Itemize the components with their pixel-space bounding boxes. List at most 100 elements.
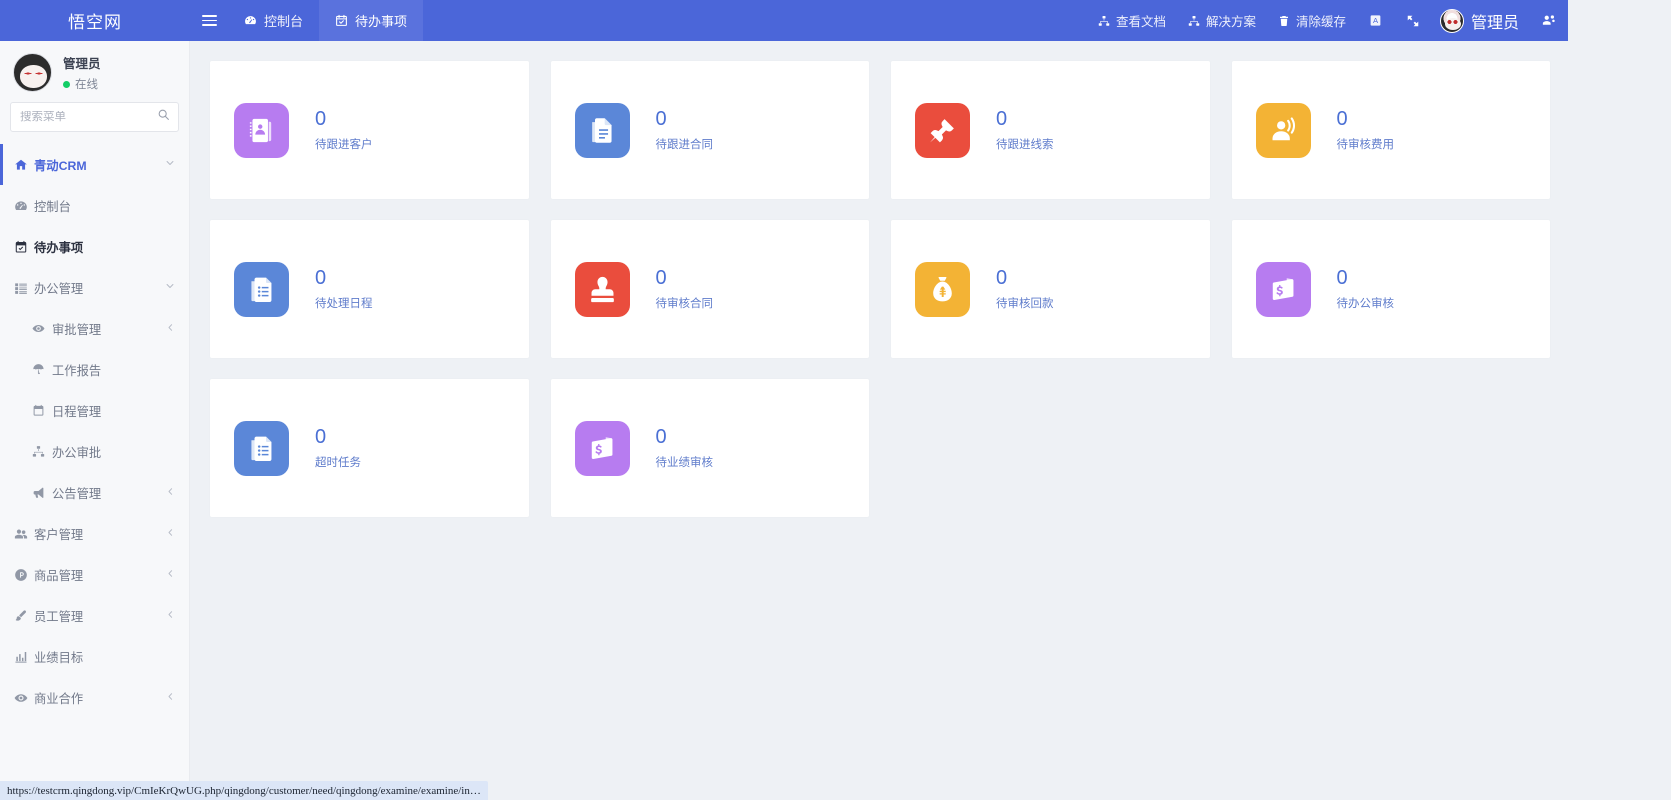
settings-button[interactable] bbox=[1529, 0, 1568, 41]
todo-card-label: 待办公审核 bbox=[1336, 297, 1395, 310]
tab-todo-label: 待办事项 bbox=[355, 14, 408, 29]
todo-card[interactable]: 0 待跟进线索 bbox=[891, 61, 1210, 199]
todo-card-text: 0 待审核合同 bbox=[656, 268, 714, 311]
todo-card-label: 超时任务 bbox=[315, 456, 361, 469]
calendar-icon bbox=[32, 404, 52, 417]
sidebar-item-12[interactable]: 业绩目标 bbox=[0, 636, 189, 677]
status-bar-url: https://testcrm.qingdong.vip/CmIeKrQwUG.… bbox=[0, 781, 488, 800]
umbrella-icon bbox=[32, 363, 52, 376]
todo-card-label: 待业绩审核 bbox=[655, 456, 714, 469]
tab-todo[interactable]: 待办事项 bbox=[319, 0, 424, 41]
todo-card-label: 待跟进合同 bbox=[655, 138, 714, 151]
clear-cache-button[interactable]: 清除缓存 bbox=[1267, 0, 1357, 41]
tab-dashboard[interactable]: 控制台 bbox=[228, 0, 319, 41]
sidebar: 管理员 在线 青动CRM 控制台待办事项办公管理审批管理工作报告日程管理办公审批公… bbox=[0, 41, 190, 759]
clear-cache-label: 清除缓存 bbox=[1295, 15, 1346, 29]
chevron-left-icon bbox=[166, 569, 175, 581]
todo-card[interactable]: 0 待审核合同 bbox=[550, 220, 869, 358]
sidebar-item-label: 员工管理 bbox=[34, 609, 84, 624]
user-megaphone-icon bbox=[1255, 102, 1311, 158]
sidebar-item-9[interactable]: 客户管理 bbox=[0, 513, 189, 554]
todo-card[interactable]: 0 待跟进合同 bbox=[550, 61, 869, 199]
sidebar-item-7[interactable]: 办公审批 bbox=[0, 431, 189, 472]
sidebar-item-label: 审批管理 bbox=[52, 322, 102, 337]
todo-card[interactable]: 0 待跟进客户 bbox=[210, 61, 529, 199]
users-icon bbox=[14, 527, 34, 541]
sidebar-search-wrap bbox=[0, 102, 189, 144]
todo-card-count: 0 bbox=[996, 266, 1008, 289]
sidebar-item-1[interactable]: 控制台 bbox=[0, 185, 189, 226]
app-root: 悟空网 控制台 待办事项 查看文档 解决方案 清除缓存 A 管理员 管理员 在线… bbox=[0, 0, 1671, 800]
todo-card[interactable]: 0 超时任务 bbox=[210, 379, 529, 517]
todo-card[interactable]: 0 待业绩审核 bbox=[550, 379, 869, 517]
todo-card[interactable]: 0 待办公审核 bbox=[1231, 220, 1550, 358]
checklist-icon bbox=[234, 420, 289, 476]
sidebar-item-label: 控制台 bbox=[34, 199, 71, 214]
thumbtack-icon bbox=[915, 102, 970, 158]
sidebar-item-8[interactable]: 公告管理 bbox=[0, 472, 189, 513]
todo-card-count: 0 bbox=[655, 266, 667, 289]
sidebar-item-11[interactable]: 员工管理 bbox=[0, 595, 189, 636]
sitemap-icon bbox=[32, 445, 52, 458]
search-box[interactable] bbox=[10, 102, 179, 132]
todo-card-count: 0 bbox=[996, 107, 1008, 130]
sidebar-item-6[interactable]: 日程管理 bbox=[0, 390, 189, 431]
sidebar-item-13[interactable]: 商业合作 bbox=[0, 677, 189, 718]
todo-card-count: 0 bbox=[1336, 266, 1348, 289]
view-docs-label: 查看文档 bbox=[1115, 15, 1166, 29]
sidebar-item-5[interactable]: 工作报告 bbox=[0, 349, 189, 390]
todo-card-count: 0 bbox=[315, 266, 327, 289]
header-user-label: 管理员 bbox=[1470, 14, 1519, 32]
chevron-left-icon bbox=[166, 610, 175, 622]
calendar-check-icon bbox=[14, 240, 34, 254]
view-docs-button[interactable]: 查看文档 bbox=[1087, 0, 1177, 41]
user-menu[interactable]: 管理员 bbox=[1432, 0, 1529, 41]
brand-logo[interactable]: 悟空网 bbox=[0, 0, 190, 41]
sidebar-item-label: 日程管理 bbox=[52, 404, 102, 419]
todo-card[interactable]: 0 待审核费用 bbox=[1231, 61, 1550, 199]
todo-card-count: 0 bbox=[655, 425, 667, 448]
sidebar-item-label: 公告管理 bbox=[52, 486, 102, 501]
sidebar-item-3[interactable]: 办公管理 bbox=[0, 267, 189, 308]
todo-card-label: 待审核费用 bbox=[1336, 138, 1395, 151]
todo-card-text: 0 待办公审核 bbox=[1337, 268, 1395, 311]
chevron-down-icon bbox=[165, 281, 175, 294]
sidebar-item-10[interactable]: 商品管理 bbox=[0, 554, 189, 595]
fullscreen-icon bbox=[1406, 14, 1420, 28]
todo-card-text: 0 待处理日程 bbox=[315, 268, 373, 311]
todo-card-text: 0 待业绩审核 bbox=[656, 427, 714, 470]
circle-p-icon bbox=[14, 568, 34, 582]
chevron-left-icon bbox=[166, 692, 175, 704]
todo-card-text: 0 待跟进合同 bbox=[656, 109, 714, 152]
receipt-icon bbox=[1255, 261, 1311, 317]
sidebar-item-label: 办公审批 bbox=[52, 445, 102, 460]
sitemap-icon bbox=[1098, 15, 1110, 27]
top-header: 悟空网 控制台 待办事项 查看文档 解决方案 清除缓存 A 管理员 bbox=[0, 0, 1568, 41]
dashboard-icon bbox=[14, 199, 34, 213]
sitemap-icon bbox=[1188, 15, 1200, 27]
todo-card-count: 0 bbox=[315, 425, 327, 448]
chevron-left-icon bbox=[166, 323, 175, 335]
todo-card-count: 0 bbox=[655, 107, 667, 130]
fullscreen-button[interactable] bbox=[1394, 0, 1432, 41]
menu-toggle-button[interactable] bbox=[190, 0, 228, 41]
chevron-left-icon bbox=[166, 528, 175, 540]
bullhorn-icon bbox=[32, 486, 52, 499]
eye-icon bbox=[32, 322, 52, 335]
sidebar-user-box[interactable]: 管理员 在线 bbox=[0, 41, 189, 102]
todo-card-text: 0 待跟进线索 bbox=[996, 109, 1054, 152]
header-nav-left: 控制台 待办事项 bbox=[190, 0, 424, 41]
todo-card[interactable]: 0 待处理日程 bbox=[210, 220, 529, 358]
sidebar-item-label: 办公管理 bbox=[34, 281, 84, 296]
language-switch-button[interactable]: A bbox=[1357, 0, 1394, 41]
sidebar-item-0[interactable]: 青动CRM bbox=[0, 144, 189, 185]
sidebar-item-2[interactable]: 待办事项 bbox=[0, 226, 189, 267]
todo-card[interactable]: 0 待审核回款 bbox=[891, 220, 1210, 358]
todo-card-label: 待审核回款 bbox=[996, 297, 1054, 310]
solutions-button[interactable]: 解决方案 bbox=[1177, 0, 1267, 41]
todo-card-text: 0 待跟进客户 bbox=[315, 109, 373, 152]
sidebar-item-4[interactable]: 审批管理 bbox=[0, 308, 189, 349]
online-dot-icon bbox=[63, 80, 70, 88]
search-input[interactable] bbox=[11, 111, 178, 123]
calendar-check-icon bbox=[335, 14, 348, 27]
